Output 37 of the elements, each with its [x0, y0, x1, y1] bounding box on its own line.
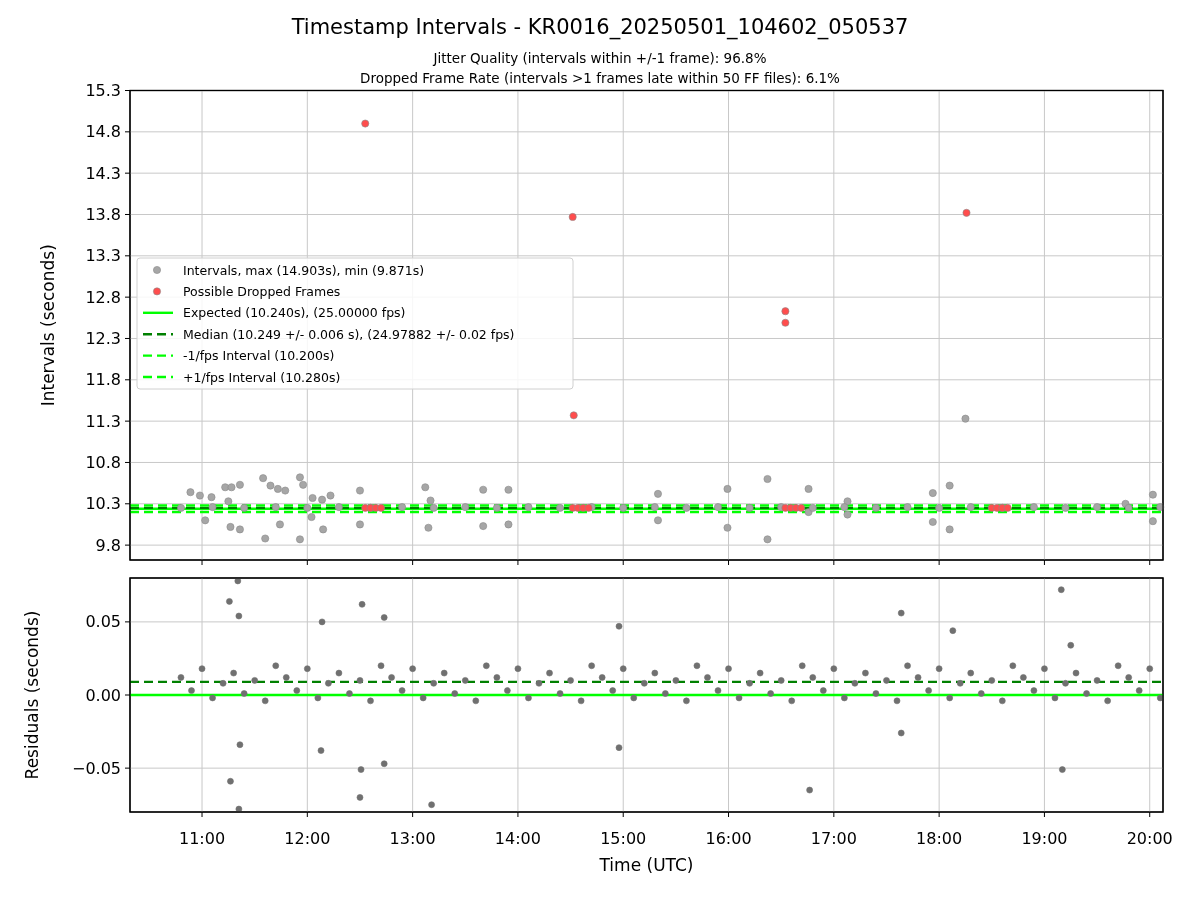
- legend-label: Median (10.249 +/- 0.006 s), (24.97882 +/- 0.02 fps): [183, 326, 515, 342]
- tick-label: 13:00: [389, 828, 436, 848]
- tick-label: 10.8: [85, 452, 121, 472]
- tick-label: 15:00: [600, 828, 647, 848]
- axis-label: Intervals (seconds): [38, 244, 58, 407]
- tick-label: 12:00: [284, 828, 331, 848]
- tick-label: 11.8: [85, 370, 121, 390]
- tick-label: 0.05: [85, 612, 121, 632]
- axis-label: Residuals (seconds): [22, 610, 42, 780]
- tick-label: 12.3: [85, 329, 121, 348]
- tick-label: −0.05: [71, 758, 121, 778]
- tick-label: 13.8: [85, 205, 121, 224]
- tick-label: 10.3: [85, 494, 121, 514]
- tick-label: 14.8: [85, 122, 121, 142]
- legend-label: Intervals, max (14.903s), min (9.871s): [183, 262, 425, 278]
- legend-label: Possible Dropped Frames: [183, 283, 341, 299]
- tick-label: 18:00: [916, 828, 963, 848]
- tick-label: 9.8: [95, 535, 121, 555]
- tick-label: 20:00: [1126, 828, 1173, 848]
- tick-label: 13.3: [85, 246, 121, 266]
- tick-label: 17:00: [810, 828, 857, 848]
- figure-title: Timestamp Intervals - KR0016_20250501_104602_050537: [291, 14, 909, 40]
- tick-label: 11.3: [85, 411, 121, 431]
- axis-label: Time (UTC): [599, 855, 694, 875]
- tick-label: 14:00: [494, 828, 541, 848]
- tick-label: 15.3: [85, 81, 121, 100]
- tick-label: 14.3: [85, 163, 121, 183]
- tick-label: 12.8: [85, 287, 121, 307]
- legend-label: +1/fps Interval (10.280s): [183, 369, 341, 385]
- tick-label: 0.00: [85, 685, 121, 705]
- tick-label: 11:00: [178, 828, 226, 848]
- figure-subtitle: Dropped Frame Rate (intervals >1 frames late within 50 FF files): 6.1%: [360, 69, 840, 88]
- figure-subtitle: Jitter Quality (intervals within +/-1 frame): 96.8%: [433, 49, 767, 68]
- tick-label: 16:00: [705, 828, 752, 848]
- tick-label: 19:00: [1021, 828, 1068, 848]
- legend-label: -1/fps Interval (10.200s): [183, 348, 335, 364]
- legend-label: Expected (10.240s), (25.00000 fps): [183, 305, 406, 321]
